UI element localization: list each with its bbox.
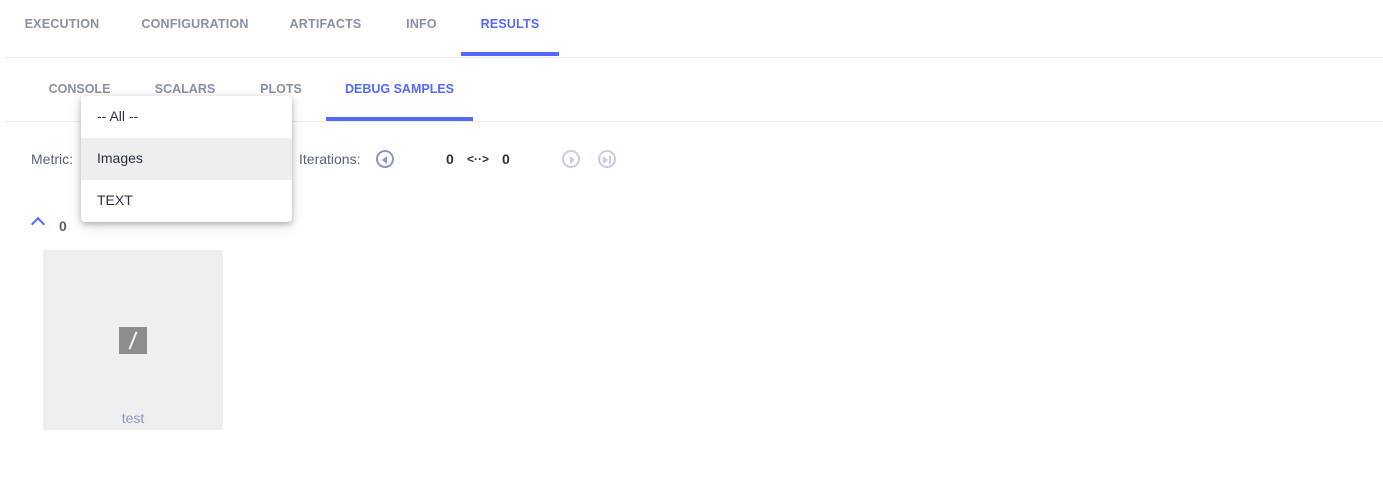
active-subtab-indicator [326,117,473,121]
iteration-range-separator: <··> [467,152,490,166]
iteration-to: 0 [502,151,510,167]
sample-thumbnail [119,327,147,354]
iteration-from: 0 [446,151,454,167]
tab-info[interactable]: INFO [394,0,449,56]
metric-dropdown-menu: -- All -- Images TEXT [81,96,292,222]
tab-execution[interactable]: EXECUTION [10,0,114,56]
tab-artifacts[interactable]: ARTIFACTS [276,0,375,56]
chevron-up-icon[interactable] [30,216,46,232]
tab-debug-samples[interactable]: DEBUG SAMPLES [326,57,473,121]
tab-results[interactable]: RESULTS [461,0,559,56]
next-iteration-icon[interactable] [562,150,580,168]
metric-option-text[interactable]: TEXT [81,180,292,222]
tab-execution-label: EXECUTION [24,17,100,31]
sample-label: test [121,410,145,426]
last-iteration-icon[interactable] [598,150,616,168]
group-label: 0 [59,218,67,234]
metric-label: Metric: [31,151,73,167]
metric-option-images[interactable]: Images [81,138,292,180]
metric-option-all-label: -- All -- [97,108,139,124]
iterations-label: Iterations: [299,151,361,167]
metric-option-text-label: TEXT [97,192,133,208]
tab-results-label: RESULTS [480,17,540,31]
top-tab-bar: EXECUTION CONFIGURATION ARTIFACTS INFO R… [5,0,1383,58]
metric-option-images-label: Images [97,150,143,166]
metric-option-all[interactable]: -- All -- [81,96,292,138]
tab-configuration-label: CONFIGURATION [141,17,249,31]
sample-card[interactable]: test [43,250,223,430]
active-tab-indicator [461,52,559,56]
tab-configuration[interactable]: CONFIGURATION [132,0,258,56]
tab-debug-samples-label: DEBUG SAMPLES [344,82,455,96]
previous-iteration-icon[interactable] [376,150,394,168]
tab-artifacts-label: ARTIFACTS [289,17,362,31]
tab-info-label: INFO [406,17,437,31]
